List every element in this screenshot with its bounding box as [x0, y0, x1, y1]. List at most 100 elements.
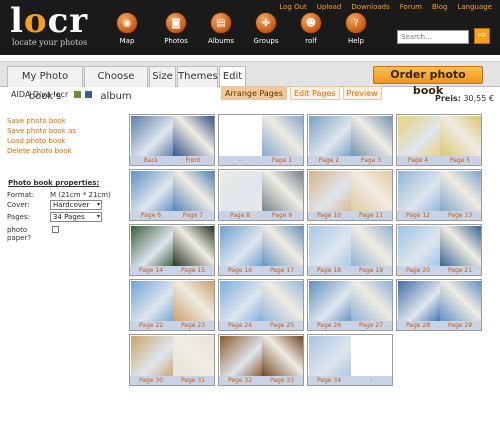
nav-rolf[interactable]: ☻ rolf	[290, 12, 332, 45]
tab-arrange-pages[interactable]: Arrange Pages	[221, 86, 287, 100]
left-page-label: Page 12	[405, 212, 431, 219]
main-nav: ◉ Map ◙ Photos ▤ Albums ✤ Groups ☻ rolf? Help	[106, 12, 380, 45]
nav-albums[interactable]: ▤ Albums	[200, 12, 242, 45]
locr-logo[interactable]: locr locate your photos	[10, 2, 88, 47]
search-input[interactable]: Search...	[397, 30, 469, 44]
header: locr locate your photos ◉ Map ◙ Photos ▤ Albu…	[0, 0, 500, 55]
page-labels: Page 24 Page 25	[219, 321, 303, 330]
page-spread-thumbnail[interactable]: Page 18 Page 19	[307, 224, 393, 276]
left-page-photo	[131, 336, 173, 378]
right-page-photo	[351, 171, 392, 213]
page-spread-thumbnail[interactable]: Page 24 Page 25	[218, 279, 304, 331]
chevron-down-icon: ▾	[96, 213, 100, 220]
right-page-label: Page 21	[447, 267, 473, 274]
logo-text: locr	[10, 1, 89, 41]
page-spread-thumbnail[interactable]: Page 12 Page 13	[396, 169, 482, 221]
right-page-label: Page 9	[271, 212, 293, 219]
toplink-forum[interactable]: Forum	[400, 3, 422, 11]
tab-themes[interactable]: Themes	[177, 66, 218, 87]
toplink-upload[interactable]: Upload	[317, 3, 342, 11]
page-labels: Page 16 Page 17	[219, 266, 303, 275]
search-button[interactable]: ⇨	[474, 28, 490, 44]
save-photo-book-as-link[interactable]: Save photo book as	[7, 126, 76, 136]
page-labels: Page 22 Page 23	[130, 321, 214, 330]
right-page-photo	[262, 336, 303, 378]
format-label: Format:	[7, 191, 35, 199]
right-page-label: Page 3	[360, 157, 382, 164]
right-page-label: Page 1	[271, 157, 293, 164]
tab-edit-pages[interactable]: Edit Pages	[289, 86, 340, 100]
cover-select-value: Hardcover	[53, 201, 90, 209]
pencil-icon[interactable]	[73, 91, 81, 98]
cover-select[interactable]: Hardcover ▾	[50, 200, 102, 210]
save-icon[interactable]	[85, 91, 93, 98]
toplink-blog[interactable]: Blog	[432, 3, 447, 11]
nav-help[interactable]: ? Help	[335, 12, 377, 45]
left-page-label: Page 26	[316, 322, 342, 329]
photo-paper-label: photo paper?	[7, 226, 32, 242]
left-page-label: Page 8	[229, 212, 251, 219]
right-page-photo	[173, 336, 214, 378]
right-page-label: Page 15	[180, 267, 206, 274]
nav-photos[interactable]: ◙ Photos	[155, 12, 197, 45]
left-page-photo	[131, 281, 173, 323]
cover-label: Cover:	[7, 201, 30, 209]
book-title-row: AIDA Diva locr	[11, 90, 93, 99]
right-page-label: Page 7	[182, 212, 204, 219]
chevron-down-icon: ▾	[96, 201, 100, 208]
page-labels: Page 28 Page 29	[397, 321, 481, 330]
right-page-label: Page 27	[358, 322, 384, 329]
pages-select[interactable]: 34 Pages ▾	[50, 212, 102, 222]
left-page-photo	[220, 281, 262, 323]
page-spread-thumbnail[interactable]: Page 16 Page 17	[218, 224, 304, 276]
page-spread-thumbnail[interactable]: Back Front	[129, 114, 215, 166]
order-photo-book-button[interactable]: Order photo book	[373, 66, 483, 97]
left-page-label: Page 18	[316, 267, 342, 274]
toplink-log-out[interactable]: Log Out	[279, 3, 306, 11]
left-page-label: Page 14	[138, 267, 164, 274]
left-page-label: Page 10	[316, 212, 342, 219]
save-photo-book-link[interactable]: Save photo book	[7, 116, 76, 126]
page-labels: Page 10 Page 11	[308, 211, 392, 220]
nav-map[interactable]: ◉ Map	[106, 12, 148, 45]
map-icon: ◉	[116, 12, 138, 34]
tab-edit[interactable]: Edit	[219, 66, 246, 88]
page-spread-thumbnail[interactable]: Page 30 Page 31	[129, 334, 215, 386]
right-page-photo	[351, 116, 392, 158]
tab-size[interactable]: Size	[149, 66, 176, 87]
page-spread-thumbnail[interactable]: Page 22 Page 23	[129, 279, 215, 331]
right-page-photo	[173, 226, 214, 268]
page-spread-thumbnail[interactable]: Page 2 Page 3	[307, 114, 393, 166]
left-page-photo	[309, 116, 351, 158]
right-page-photo	[351, 336, 392, 378]
page-spread-thumbnail[interactable]: Page 4 Page 5	[396, 114, 482, 166]
tab-my-photo-books[interactable]: My Photo book's	[7, 66, 83, 102]
toplink-downloads[interactable]: Downloads	[351, 3, 389, 11]
delete-photo-book-link[interactable]: Delete photo book	[7, 146, 76, 156]
page-spread-thumbnail[interactable]: Page 32 Page 33	[218, 334, 304, 386]
page-labels: Page 6 Page 7	[130, 211, 214, 220]
page-spread-thumbnail[interactable]: Page 6 Page 7	[129, 169, 215, 221]
nav-groups[interactable]: ✤ Groups	[245, 12, 287, 45]
page-spread-thumbnail[interactable]: Page 8 Page 9	[218, 169, 304, 221]
toplink-language[interactable]: Language	[457, 3, 492, 11]
page-spread-thumbnail[interactable]: Page 20 Page 21	[396, 224, 482, 276]
page-spread-thumbnail[interactable]: Page 14 Page 15	[129, 224, 215, 276]
left-page-photo	[220, 116, 262, 158]
page-spread-thumbnail[interactable]: - Page 1	[218, 114, 304, 166]
right-page-photo	[351, 281, 392, 323]
tab-preview[interactable]: Preview	[342, 86, 382, 100]
page-spread-thumbnail[interactable]: Page 10 Page 11	[307, 169, 393, 221]
photo-paper-checkbox[interactable]	[52, 226, 59, 233]
left-page-photo	[131, 226, 173, 268]
tab-choose-album[interactable]: Choose album	[84, 66, 148, 102]
load-photo-book-link[interactable]: Load photo book	[7, 136, 76, 146]
page-spread-thumbnail[interactable]: Page 34 -	[307, 334, 393, 386]
page-spread-thumbnail[interactable]: Page 26 Page 27	[307, 279, 393, 331]
wizard-tabbar: My Photo book's Choose album Size Themes…	[0, 61, 500, 102]
right-page-photo	[173, 281, 214, 323]
page-labels: Page 8 Page 9	[219, 211, 303, 220]
page-spread-thumbnail[interactable]: Page 28 Page 29	[396, 279, 482, 331]
left-page-label: Page 2	[318, 157, 340, 164]
right-page-photo	[440, 281, 481, 323]
